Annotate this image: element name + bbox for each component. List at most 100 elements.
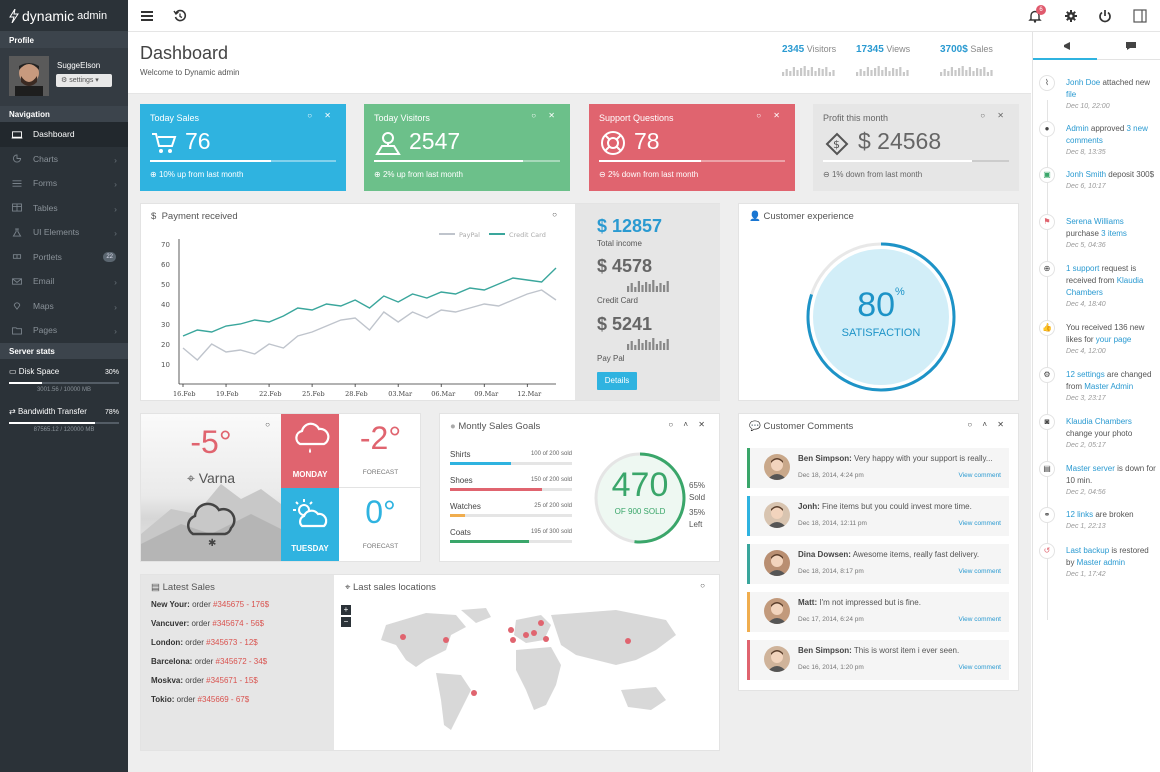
comment-item[interactable]: Ben Simpson: Very happy with your suppor… <box>747 448 1009 488</box>
spark-bar <box>947 71 950 76</box>
tile-footer: ⊕ 2% up from last month <box>374 170 463 179</box>
tile-controls[interactable]: ○ ✕ <box>756 111 785 120</box>
order-link[interactable]: #345673 <box>206 638 237 647</box>
activity-link[interactable]: Master Admin <box>1084 382 1133 391</box>
activity-link[interactable]: Jonh Smith <box>1066 170 1106 179</box>
menu-icon[interactable] <box>140 9 154 23</box>
order-prefix: order <box>185 676 207 685</box>
tile-title: Today Visitors <box>374 113 430 123</box>
columns-icon[interactable] <box>1133 9 1147 23</box>
activity-link[interactable]: Klaudia Chambers <box>1066 417 1132 426</box>
sidebar-item-maps[interactable]: Maps › <box>0 294 128 319</box>
activity-text: Jonh Smith deposit 300$ Dec 6, 10:17 <box>1066 169 1158 193</box>
avatar[interactable] <box>9 56 49 96</box>
activity-time: Dec 2, 05:17 <box>1066 442 1106 449</box>
tile-value: 78 <box>634 128 660 154</box>
order-link[interactable]: #345671 <box>206 676 237 685</box>
comment-item[interactable]: Matt: I'm not impressed but is fine. Dec … <box>747 592 1009 632</box>
zoom-in-button[interactable]: + <box>341 605 351 615</box>
comment-item[interactable]: Jonh: Fine items but you could invest mo… <box>747 496 1009 536</box>
spark-bar <box>666 281 669 292</box>
tile-progress <box>823 160 1009 162</box>
x-tick-label: 25.Feb <box>302 390 325 398</box>
refresh-icon[interactable]: ○ <box>265 420 274 429</box>
activity-link[interactable]: Master admin <box>1077 558 1125 567</box>
activity-link[interactable]: Jonh Doe <box>1066 78 1100 87</box>
brand-logo[interactable]: dynamic admin <box>0 0 128 32</box>
topbar <box>128 0 1160 32</box>
zoom-out-button[interactable]: − <box>341 617 351 627</box>
activity-link[interactable]: 12 settings <box>1066 370 1105 379</box>
activity-link[interactable]: file <box>1066 90 1076 99</box>
activity-label: change your photo <box>1066 429 1133 438</box>
sidebar-item-label: Maps <box>33 300 54 311</box>
tile-footer: ⊖ 1% down from last month <box>823 170 922 179</box>
tile-controls[interactable]: ○ ✕ <box>531 111 560 120</box>
view-comment-link[interactable]: View comment <box>958 568 1001 575</box>
comment-date: Dec 18, 2014, 4:24 pm <box>798 472 864 479</box>
activity-text: 12 settings are changed from Master Admi… <box>1066 369 1158 405</box>
settings-dropdown[interactable]: ⚙ settings ▾ <box>56 74 112 87</box>
sun-cloud-icon <box>293 499 328 528</box>
sidebar-item-dashboard[interactable]: Dashboard <box>0 122 128 147</box>
activity-time: Dec 3, 23:17 <box>1066 395 1106 402</box>
gear-icon[interactable] <box>1064 9 1078 23</box>
y-tick-label: 50 <box>161 281 170 289</box>
sidebar-item-forms[interactable]: Forms › <box>0 171 128 196</box>
table-icon <box>12 203 22 212</box>
spark-bar <box>634 287 637 292</box>
sidebar-item-portlets[interactable]: Portlets 22 <box>0 245 128 270</box>
spark-bar <box>972 71 975 76</box>
power-icon[interactable] <box>1098 9 1112 23</box>
activity-text: Master server is down for 10 min. Dec 2, … <box>1066 463 1158 499</box>
comment-item[interactable]: Ben Simpson: This is worst item i ever s… <box>747 640 1009 680</box>
activity-label: deposit 300$ <box>1106 170 1155 179</box>
tile-footer-text: 1% down from last month <box>831 170 923 179</box>
details-button[interactable]: Details <box>597 372 637 390</box>
spark-bar <box>892 68 895 76</box>
sidebar-item-charts[interactable]: Charts › <box>0 147 128 172</box>
activity-link[interactable]: 3 items <box>1101 229 1127 238</box>
world-map[interactable] <box>366 605 706 745</box>
activity-text: Admin approved 3 new comments Dec 8, 13:3… <box>1066 123 1158 159</box>
order-link[interactable]: #345674 <box>212 619 243 628</box>
activity-link[interactable]: 12 links <box>1066 510 1093 519</box>
order-link[interactable]: #345675 <box>213 600 244 609</box>
spark-bar <box>888 71 891 76</box>
refresh-icon[interactable]: ○ <box>700 581 709 590</box>
sidebar-item-pages[interactable]: Pages › <box>0 318 128 343</box>
sidebar-item-ui-elements[interactable]: UI Elements › <box>0 220 128 245</box>
activity-link[interactable]: Master server <box>1066 464 1115 473</box>
comments-icon: 💬 <box>749 421 764 432</box>
order-link[interactable]: #345669 <box>198 695 229 704</box>
activity-link[interactable]: Last backup <box>1066 546 1109 555</box>
tile-controls[interactable]: ○ ✕ <box>307 111 336 120</box>
disk-space-sub: 3001.56 / 10000 MB <box>36 386 92 393</box>
card-controls[interactable]: ○ ˄ ✕ <box>967 420 1008 429</box>
activity-link[interactable]: Serena Williams <box>1066 217 1124 226</box>
bolt-icon <box>9 8 19 23</box>
view-comment-link[interactable]: View comment <box>958 664 1001 671</box>
sidebar-item-label: Portlets <box>33 251 62 262</box>
order-amount: - 56$ <box>243 619 265 628</box>
spark-bar <box>961 66 964 76</box>
view-comment-link[interactable]: View comment <box>958 472 1001 479</box>
marker-europe <box>531 630 537 636</box>
spark-bar <box>814 71 817 76</box>
view-comment-link[interactable]: View comment <box>958 616 1001 623</box>
sidebar-item-email[interactable]: Email › <box>0 269 128 294</box>
comment-item[interactable]: Dina Dowsen: Awesome items, really fast … <box>747 544 1009 584</box>
order-link[interactable]: #345672 <box>216 657 247 666</box>
view-comment-link[interactable]: View comment <box>958 520 1001 527</box>
activity-link[interactable]: Admin <box>1066 124 1089 133</box>
activity-link[interactable]: your page <box>1096 335 1132 344</box>
activity-link[interactable]: 1 support <box>1066 264 1099 273</box>
bullhorn-icon[interactable] <box>1063 41 1075 51</box>
spark-bar <box>828 72 831 76</box>
tile-progress-fill <box>150 160 271 162</box>
card-controls[interactable]: ○ ˄ ✕ <box>668 420 709 429</box>
comments-icon[interactable] <box>1125 41 1137 51</box>
sidebar-item-tables[interactable]: Tables › <box>0 196 128 221</box>
history-icon[interactable] <box>173 9 187 23</box>
tile-controls[interactable]: ○ ✕ <box>980 111 1009 120</box>
